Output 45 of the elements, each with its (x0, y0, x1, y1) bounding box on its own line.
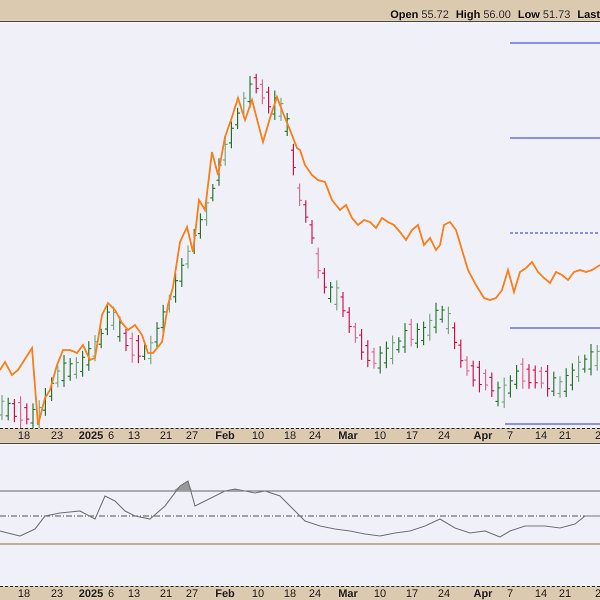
axis-label: 14 (534, 588, 548, 600)
axis-label: Mar (338, 588, 358, 600)
axis-label: 10 (374, 588, 386, 600)
axis-label: 13 (128, 588, 140, 600)
axis-label: 14 (534, 430, 548, 442)
quote-value: 51.73 (542, 9, 570, 21)
axis-label: Apr (474, 588, 492, 600)
quote-label: High (456, 9, 480, 21)
axis-label: 24 (308, 588, 322, 600)
quote-label: Open (390, 9, 418, 21)
axis-label: 18 (284, 588, 296, 600)
axis-label: 27 (186, 588, 198, 600)
axis-label: 24 (438, 430, 450, 442)
axis-label: 7 (506, 588, 514, 600)
axis-label: 18 (18, 588, 30, 600)
axis-label: 24 (438, 588, 450, 600)
axis-label: 23 (50, 588, 64, 600)
axis-label: 10 (252, 430, 264, 442)
axis-label: 21 (160, 430, 172, 442)
quote-value: 55.72 (421, 9, 449, 21)
axis-label: 21 (558, 430, 572, 442)
axis-label: 18 (18, 430, 30, 442)
axis-label: Apr (474, 430, 492, 442)
axis-label: 7 (506, 430, 514, 442)
axis-label: 6 (108, 430, 114, 442)
axis-label: 6 (108, 588, 114, 600)
quote-label: Last (577, 9, 600, 21)
axis-label: 17 (406, 430, 418, 442)
quote-value: 56.00 (483, 9, 511, 21)
axis-label: 21 (558, 588, 572, 600)
axis-label: Feb (215, 430, 235, 442)
axis-label: 2025 (78, 588, 104, 600)
axis-label: 23 (50, 430, 64, 442)
axis-label: 2025 (78, 430, 104, 442)
quote-label: Low (518, 9, 540, 21)
axis-label: 27 (186, 430, 198, 442)
axis-label: Feb (215, 588, 235, 600)
axis-label: 18 (284, 430, 296, 442)
axis-label: Mar (338, 430, 358, 442)
axis-label: 10 (252, 588, 264, 600)
axis-label: 13 (128, 430, 140, 442)
axis-label: 24 (308, 430, 322, 442)
axis-label: 10 (374, 430, 386, 442)
axis-label: 17 (406, 588, 418, 600)
axis-label: 21 (160, 588, 172, 600)
